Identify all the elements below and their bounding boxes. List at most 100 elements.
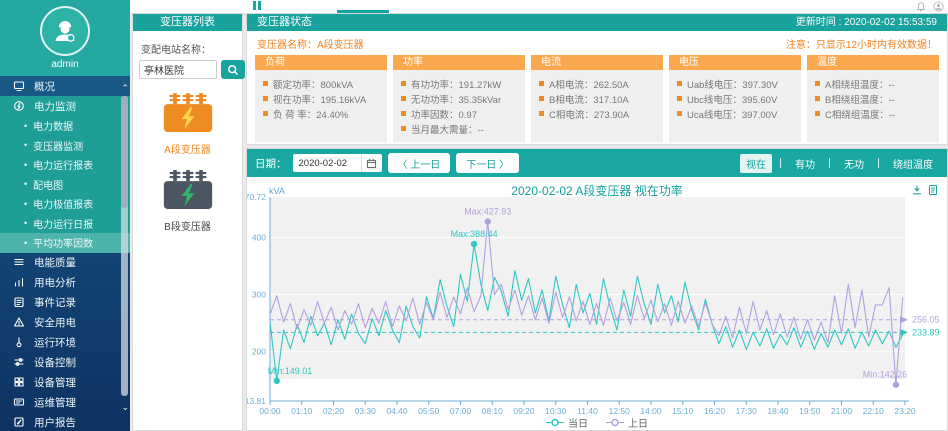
sidebar-item-device-control[interactable]: 设备控制: [0, 353, 130, 373]
bullet-square-icon: [677, 81, 682, 86]
transformer-name-line: 变压器名称：A段变压器: [257, 36, 364, 51]
chart-panel: 日期： 2020-02-02 〈 上一日 下一日 〉 视在有功无功绕组温度 20…: [246, 148, 948, 431]
metric-button-2[interactable]: 有功: [789, 154, 821, 173]
prev-day-button[interactable]: 〈 上一日: [388, 153, 451, 173]
sidebar-item-operating-environment[interactable]: 运行环境: [0, 333, 130, 353]
bullet-square-icon: [815, 81, 820, 86]
bullet-icon: •: [24, 218, 27, 228]
sidebar-item-label: 电力运行日报: [33, 216, 93, 231]
bullet-square-icon: [677, 96, 682, 101]
chart-toolbar: 日期： 2020-02-02 〈 上一日 下一日 〉 视在有功无功绕组温度: [247, 149, 947, 177]
data-view-icon[interactable]: [927, 184, 939, 196]
svg-text:400: 400: [252, 232, 266, 242]
scroll-up-icon[interactable]: ⌃: [121, 84, 129, 93]
transformer-list: A段变压器 B段变压器: [133, 91, 242, 233]
sidebar-item-device-management[interactable]: 设备管理: [0, 373, 130, 393]
bullet-square-icon: [401, 81, 406, 86]
date-input[interactable]: 2020-02-02: [293, 154, 361, 172]
sidebar-scrollbar[interactable]: [121, 96, 128, 396]
bullet-square-icon: [539, 96, 544, 101]
avatar[interactable]: [40, 6, 90, 56]
legend-item-1[interactable]: 当日: [546, 415, 588, 430]
search-icon: [227, 64, 239, 76]
sidebar-item-power-operation-report[interactable]: •电力运行报表: [0, 155, 130, 175]
metric-button-4[interactable]: 绕组温度: [887, 154, 939, 173]
bullet-square-icon: [263, 111, 268, 116]
search-button[interactable]: [221, 60, 245, 79]
card-metric: 额定功率：800kVA: [263, 76, 379, 91]
status-panel-title: 变压器状态: [257, 14, 312, 31]
power-icon: [13, 100, 25, 112]
sidebar-item-power-daily-report[interactable]: • 电力运行日报: [0, 214, 130, 234]
transformer-item[interactable]: B段变压器: [133, 168, 242, 233]
transformer-item[interactable]: A段变压器: [133, 91, 242, 156]
sidebar-item-usage-analysis[interactable]: 用电分析: [0, 273, 130, 293]
sidebar-item-label: 设备管理: [34, 375, 76, 390]
sidebar-item-overview[interactable]: 概况: [0, 76, 130, 96]
sidebar-item-power-quality[interactable]: 电能质量: [0, 253, 130, 273]
scroll-down-icon[interactable]: ⌄: [121, 403, 129, 412]
notice-text: 注意：只显示12小时内有效数据！: [786, 36, 937, 51]
card-title: 功率: [393, 55, 525, 70]
bullet-square-icon: [263, 96, 268, 101]
next-day-button[interactable]: 下一日 〉: [456, 153, 519, 173]
sidebar-item-event-log[interactable]: 事件记录: [0, 293, 130, 313]
sidebar-item-label: 运维管理: [34, 395, 76, 410]
environment-icon: [13, 336, 25, 348]
control-icon: [13, 356, 25, 368]
sidebar-item-power-data[interactable]: •电力数据: [0, 116, 130, 136]
sidebar-item-safe-power[interactable]: 安全用电: [0, 313, 130, 333]
svg-text:256.05: 256.05: [912, 315, 940, 325]
separator: [829, 158, 830, 168]
user-avatar-icon[interactable]: [933, 1, 944, 12]
scrollbar-thumb[interactable]: [121, 96, 128, 208]
svg-text:Min:149.01: Min:149.01: [268, 366, 313, 376]
card-metric: C相电流：273.90A: [539, 106, 655, 121]
separator: [780, 158, 781, 168]
sidebar-item-avg-power-factor[interactable]: •平均功率因数: [0, 233, 130, 253]
card-title: 负荷: [255, 55, 387, 70]
sidebar-item-power-monitoring[interactable]: 电力监测: [0, 96, 130, 116]
ops-icon: [13, 396, 25, 408]
status-card: 电流A相电流：262.50AB相电流：317.10AC相电流：273.90A: [531, 55, 663, 142]
sidebar-item-label: 电能质量: [34, 255, 76, 270]
bullet-icon: •: [24, 121, 27, 131]
metric-switcher: 视在有功无功绕组温度: [740, 154, 939, 173]
status-cards: 负荷额定功率：800kVA视在功率：195.16kVA负 荷 率：24.40%功…: [247, 54, 947, 143]
chart-title: 2020-02-02 A段变压器 视在功率: [247, 182, 947, 199]
calendar-icon: [366, 158, 377, 169]
sidebar-item-user-report[interactable]: 用户报告: [0, 413, 130, 431]
sidebar-item-label: 平均功率因数: [33, 235, 93, 250]
bullet-square-icon: [401, 111, 406, 116]
bullet-square-icon: [677, 111, 682, 116]
calendar-button[interactable]: [361, 154, 382, 172]
date-label: 日期：: [255, 156, 287, 171]
report-icon: [13, 416, 25, 428]
bullet-square-icon: [401, 96, 406, 101]
download-icon[interactable]: [911, 184, 923, 196]
svg-text:Max:427.93: Max:427.93: [464, 206, 511, 216]
substation-search-input[interactable]: [139, 60, 217, 79]
sidebar-item-distribution-diagram[interactable]: •配电图: [0, 175, 130, 195]
sidebar-item-ops-management[interactable]: 运维管理: [0, 393, 130, 413]
collapse-menu-icon[interactable]: [253, 1, 261, 10]
transformer-list-panel: 变压器列表 变配电站名称： A段变压器B段变压器: [132, 13, 243, 431]
status-card: 电压Uab线电压：397.30VUbc线电压：395.60VUca线电压：397…: [669, 55, 801, 142]
metric-button-1[interactable]: 视在: [740, 154, 772, 173]
sidebar-item-transformer-monitoring[interactable]: •变压器监测: [0, 136, 130, 156]
legend-item-2[interactable]: 上日: [606, 415, 648, 430]
username: admin: [0, 59, 130, 70]
card-metric: C相绕组温度：--: [815, 106, 931, 121]
sidebar-item-label: 概况: [34, 79, 55, 94]
card-metric: Uca线电压：397.00V: [677, 106, 793, 121]
sidebar-item-label: 安全用电: [34, 315, 76, 330]
y-axis-unit: kVA: [269, 186, 285, 196]
metric-button-3[interactable]: 无功: [838, 154, 870, 173]
legend-marker-icon: [546, 418, 564, 427]
user-block: admin: [0, 0, 130, 76]
quality-icon: [13, 256, 25, 268]
sidebar-item-label: 电力监测: [34, 99, 76, 114]
notification-bell-icon[interactable]: [916, 1, 926, 12]
sidebar-item-power-extreme-report[interactable]: •电力极值报表: [0, 194, 130, 214]
legend-label: 当日: [568, 415, 588, 430]
